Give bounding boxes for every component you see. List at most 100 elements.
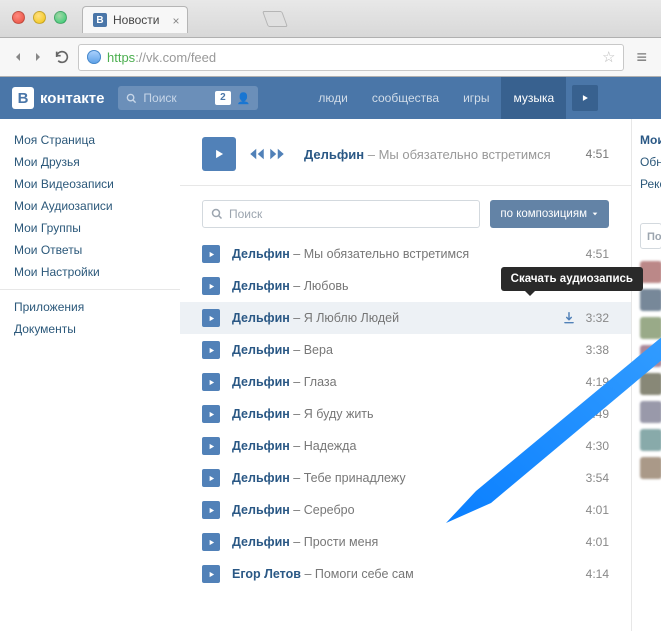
window-controls bbox=[12, 11, 67, 24]
maximize-window-button[interactable] bbox=[54, 11, 67, 24]
forward-button[interactable] bbox=[30, 49, 46, 65]
vk-top-nav: люди сообщества игры музыка bbox=[306, 77, 598, 119]
track-info: Дельфин – Серебро bbox=[232, 503, 355, 517]
right-link-updates[interactable]: Обновл bbox=[640, 155, 661, 169]
track-title: Я Люблю Людей bbox=[304, 311, 399, 325]
now-playing-title: Мы обязательно встретимся bbox=[379, 147, 551, 162]
track-row[interactable]: Дельфин – Я буду жить3:49 bbox=[180, 398, 631, 430]
vk-header-search[interactable]: Поиск 2 👤 bbox=[118, 86, 258, 110]
prev-track-button[interactable] bbox=[248, 145, 266, 163]
track-duration: 4:14 bbox=[586, 567, 609, 581]
track-title: Любовь bbox=[304, 279, 349, 293]
user-icon: 👤 bbox=[237, 92, 251, 105]
browser-tab[interactable]: B Новости × bbox=[82, 6, 188, 33]
right-panel: Мои ау Обновл Рекоме Поиск bbox=[631, 119, 661, 631]
track-title: Мы обязательно встретимся bbox=[304, 247, 469, 261]
play-button[interactable] bbox=[202, 137, 236, 171]
track-play-button[interactable] bbox=[202, 309, 220, 327]
track-artist: Дельфин bbox=[232, 535, 290, 549]
track-play-button[interactable] bbox=[202, 533, 220, 551]
track-info: Дельфин – Я Люблю Людей bbox=[232, 311, 399, 325]
track-play-button[interactable] bbox=[202, 501, 220, 519]
sidebar-my-answers[interactable]: Мои Ответы bbox=[0, 239, 180, 261]
close-tab-icon[interactable]: × bbox=[172, 14, 179, 28]
track-duration: 3:49 bbox=[586, 407, 609, 421]
bookmark-star-icon[interactable]: ☆ bbox=[602, 48, 615, 66]
track-row[interactable]: Дельфин – Глаза4:19 bbox=[180, 366, 631, 398]
address-bar[interactable]: https://vk.com/feed ☆ bbox=[78, 44, 624, 71]
sidebar-my-groups[interactable]: Мои Группы bbox=[0, 217, 180, 239]
browser-menu-icon[interactable]: ≡ bbox=[632, 47, 651, 68]
nav-more-arrow[interactable] bbox=[572, 85, 598, 111]
close-window-button[interactable] bbox=[12, 11, 25, 24]
track-row[interactable]: Дельфин – Тебе принадлежу3:54 bbox=[180, 462, 631, 494]
track-duration: 3:38 bbox=[586, 343, 609, 357]
right-tab-my-audio[interactable]: Мои ау bbox=[640, 133, 661, 147]
right-search-input[interactable]: Поиск bbox=[640, 223, 661, 249]
reload-button[interactable] bbox=[54, 49, 70, 65]
track-row[interactable]: Дельфин – Серебро 4:01 bbox=[180, 494, 631, 526]
download-icon[interactable] bbox=[562, 311, 576, 325]
new-tab-button[interactable] bbox=[262, 11, 288, 27]
track-row[interactable]: Дельфин – Прости меня4:01 bbox=[180, 526, 631, 558]
vk-logo[interactable]: B контакте bbox=[12, 87, 104, 109]
track-artist: Егор Летов bbox=[232, 567, 301, 581]
track-info: Дельфин – Тебе принадлежу bbox=[232, 471, 406, 485]
sidebar-divider bbox=[0, 289, 180, 290]
track-artist: Дельфин bbox=[232, 471, 290, 485]
track-artist: Дельфин bbox=[232, 375, 290, 389]
track-play-button[interactable] bbox=[202, 245, 220, 263]
track-row[interactable]: Дельфин – Я Люблю Людей 3:32 bbox=[180, 302, 631, 334]
nav-games[interactable]: игры bbox=[451, 77, 501, 119]
track-row[interactable]: Дельфин – Мы обязательно встретимся4:51 bbox=[180, 238, 631, 270]
track-duration: 4:51 bbox=[586, 247, 609, 261]
tab-title: Новости bbox=[113, 13, 159, 27]
track-row[interactable]: Егор Летов – Помоги себе сам 4:14 bbox=[180, 558, 631, 590]
audio-search-placeholder: Поиск bbox=[229, 207, 262, 221]
sidebar-my-audio[interactable]: Мои Аудиозаписи bbox=[0, 195, 180, 217]
sidebar-my-friends[interactable]: Мои Друзья bbox=[0, 151, 180, 173]
now-playing-duration: 4:51 bbox=[586, 147, 609, 161]
browser-toolbar: https://vk.com/feed ☆ ≡ bbox=[0, 38, 661, 77]
track-info: Егор Летов – Помоги себе сам bbox=[232, 567, 414, 581]
vk-header: B контакте Поиск 2 👤 люди сообщества игр… bbox=[0, 77, 661, 119]
track-play-button[interactable] bbox=[202, 405, 220, 423]
next-track-button[interactable] bbox=[268, 145, 286, 163]
sidebar-documents[interactable]: Документы bbox=[0, 318, 180, 340]
track-artist: Дельфин bbox=[232, 439, 290, 453]
nav-music[interactable]: музыка bbox=[501, 77, 566, 119]
track-play-button[interactable] bbox=[202, 373, 220, 391]
track-artist: Дельфин bbox=[232, 279, 290, 293]
search-icon bbox=[211, 208, 223, 220]
sidebar-apps[interactable]: Приложения bbox=[0, 296, 180, 318]
minimize-window-button[interactable] bbox=[33, 11, 46, 24]
track-row[interactable]: Дельфин – Вера 3:38 bbox=[180, 334, 631, 366]
track-play-button[interactable] bbox=[202, 437, 220, 455]
friend-thumbnails bbox=[640, 261, 661, 479]
track-play-button[interactable] bbox=[202, 277, 220, 295]
track-duration: 4:01 bbox=[586, 503, 609, 517]
nav-people[interactable]: люди bbox=[306, 77, 359, 119]
track-info: Дельфин – Вера bbox=[232, 343, 333, 357]
track-info: Дельфин – Глаза bbox=[232, 375, 337, 389]
track-duration: 4:01 bbox=[586, 535, 609, 549]
track-duration: 3:32 bbox=[586, 311, 609, 325]
main-content: Дельфин – Мы обязательно встретимся 4:51… bbox=[180, 119, 631, 631]
search-mode-dropdown[interactable]: по композициям bbox=[490, 200, 609, 228]
right-link-recommended[interactable]: Рекоме bbox=[640, 177, 661, 191]
sidebar-my-settings[interactable]: Мои Настройки bbox=[0, 261, 180, 283]
search-icon bbox=[126, 93, 137, 104]
audio-search-input[interactable]: Поиск bbox=[202, 200, 480, 228]
back-button[interactable] bbox=[10, 49, 26, 65]
sidebar-my-page[interactable]: Моя Страница bbox=[0, 129, 180, 151]
nav-communities[interactable]: сообщества bbox=[360, 77, 451, 119]
track-play-button[interactable] bbox=[202, 565, 220, 583]
track-play-button[interactable] bbox=[202, 469, 220, 487]
track-title: Вера bbox=[304, 343, 333, 357]
track-info: Дельфин – Надежда bbox=[232, 439, 356, 453]
track-row[interactable]: Дельфин – Надежда4:30 bbox=[180, 430, 631, 462]
track-play-button[interactable] bbox=[202, 341, 220, 359]
search-placeholder: Поиск bbox=[143, 91, 176, 105]
sidebar-my-videos[interactable]: Мои Видеозаписи bbox=[0, 173, 180, 195]
left-sidebar: Моя Страница Мои Друзья Мои Видеозаписи … bbox=[0, 119, 180, 631]
